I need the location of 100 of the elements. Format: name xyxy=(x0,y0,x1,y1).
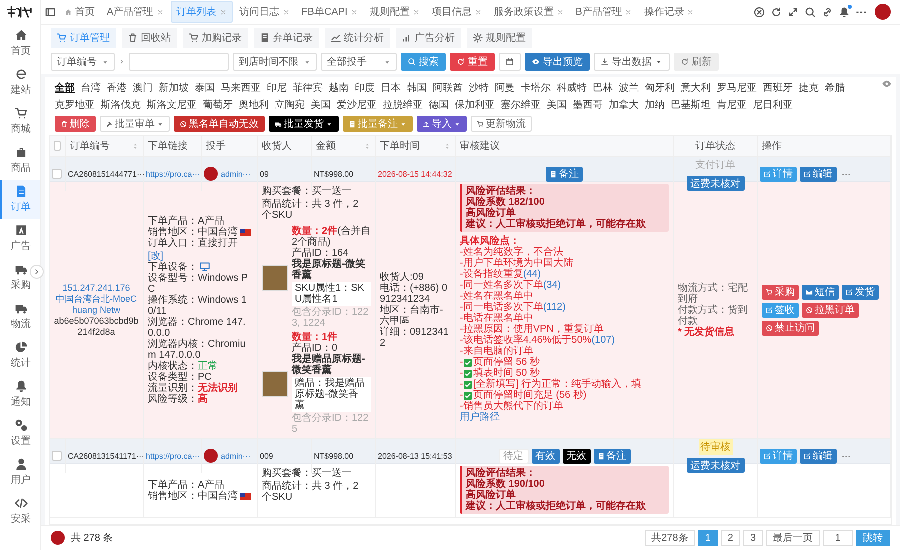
sidebar-item[interactable]: 物流 xyxy=(0,297,40,336)
country-filter[interactable]: 沙特 xyxy=(469,81,489,95)
page-button[interactable]: 3 xyxy=(743,530,763,546)
country-filter[interactable]: 新加坡 xyxy=(159,81,189,95)
section-tab[interactable]: 加购记录 xyxy=(183,28,248,48)
page-tab[interactable]: 操作记录 xyxy=(639,2,700,22)
country-filter[interactable]: 意大利 xyxy=(681,81,711,95)
country-filter[interactable]: 捷克 xyxy=(799,81,819,95)
field-select[interactable]: 订单编号 xyxy=(51,53,115,71)
section-tab[interactable]: 回收站 xyxy=(122,28,177,48)
country-filter[interactable]: 科威特 xyxy=(557,81,587,95)
last-page-button[interactable]: 最后一页 xyxy=(766,530,820,546)
country-filter[interactable]: 西班牙 xyxy=(763,81,793,95)
country-filter[interactable]: 巴基斯坦 xyxy=(671,98,711,112)
country-filter[interactable]: 斯洛伐克 xyxy=(101,98,141,112)
country-filter[interactable]: 越南 xyxy=(329,81,349,95)
country-filter[interactable]: 波兰 xyxy=(619,81,639,95)
country-filter[interactable]: 罗马尼亚 xyxy=(717,81,757,95)
country-filter[interactable]: 德国 xyxy=(429,98,449,112)
country-filter[interactable]: 印度 xyxy=(355,81,375,95)
export-button[interactable]: 导出数据 xyxy=(594,53,670,71)
country-filter[interactable]: 立陶宛 xyxy=(275,98,305,112)
country-filter[interactable]: 印尼 xyxy=(267,81,287,95)
reset-button[interactable]: 重置 xyxy=(450,53,495,71)
close-circle-button[interactable] xyxy=(752,4,767,20)
country-filter[interactable]: 巴林 xyxy=(593,81,613,95)
freight-status-button[interactable]: 运费未核对 xyxy=(686,176,744,191)
bulk-action-button[interactable]: 批量发货 xyxy=(269,116,339,132)
bulk-action-button[interactable]: 导入 xyxy=(417,116,467,132)
page-tab[interactable]: FB单CAPI xyxy=(296,2,363,22)
bulk-action-button[interactable]: 更新物流 xyxy=(471,116,532,132)
country-filter[interactable]: 肯尼亚 xyxy=(717,98,747,112)
country-filter[interactable]: 马来西亚 xyxy=(221,81,261,95)
review-button[interactable]: 无效 xyxy=(562,448,590,464)
sidebar-item[interactable]: 通知 xyxy=(0,375,40,414)
order-action-button[interactable]: 发货 xyxy=(842,284,879,300)
country-filter[interactable]: 拉脱维亚 xyxy=(383,98,423,112)
country-filter[interactable]: 克罗地亚 xyxy=(55,98,95,112)
country-filter[interactable]: 墨西哥 xyxy=(573,98,603,112)
section-tab[interactable]: 订单管理 xyxy=(51,28,116,48)
bulk-action-button[interactable]: 批量审单 xyxy=(100,116,170,132)
section-tab[interactable]: 统计分析 xyxy=(325,28,390,48)
sidebar-item[interactable]: 采购 xyxy=(0,258,40,297)
country-filter[interactable]: 泰国 xyxy=(195,81,215,95)
preview-button[interactable]: 导出预览 xyxy=(525,53,590,71)
country-filter[interactable]: 菲律宾 xyxy=(293,81,323,95)
page-tab[interactable]: 规则配置 xyxy=(364,2,425,22)
sidebar-item[interactable]: 广告 xyxy=(0,219,40,258)
sidebar-item[interactable]: 设置 xyxy=(0,414,40,453)
country-filter[interactable]: 阿联酋 xyxy=(433,81,463,95)
country-filter[interactable]: 卡塔尔 xyxy=(521,81,551,95)
country-filter[interactable]: 斯洛文尼亚 xyxy=(147,98,197,112)
order-action-button[interactable]: 短信 xyxy=(802,284,839,300)
sidebar-item[interactable]: 首页 xyxy=(0,24,40,63)
country-filter[interactable]: 希腊 xyxy=(825,81,845,95)
sidebar-item[interactable]: 建站 xyxy=(0,63,40,102)
user-path-link[interactable]: 用户路径 xyxy=(460,412,669,423)
row-action-button[interactable]: 编辑 xyxy=(800,166,837,182)
country-filter[interactable]: 韩国 xyxy=(407,81,427,95)
row-checkbox[interactable] xyxy=(52,451,62,461)
order-action-button[interactable]: 禁止访问 xyxy=(762,320,819,336)
country-filter[interactable]: 日本 xyxy=(381,81,401,95)
order-link[interactable]: https://pro.ca··· xyxy=(146,452,200,460)
section-tab[interactable]: 规则配置 xyxy=(467,28,532,48)
refresh-button[interactable]: 刷新 xyxy=(674,53,719,71)
section-tab[interactable]: 广告分析 xyxy=(396,28,461,48)
page-tab[interactable]: 访问日志 xyxy=(234,2,295,22)
row-action-button[interactable]: 编辑 xyxy=(800,448,837,464)
order-action-button[interactable]: 拉黑订单 xyxy=(802,302,859,318)
country-filter[interactable]: 加纳 xyxy=(645,98,665,112)
country-filter[interactable]: 全部 xyxy=(55,81,75,95)
country-filter[interactable]: 香港 xyxy=(107,81,127,95)
section-tab[interactable]: 弃单记录 xyxy=(254,28,319,48)
sidebar-item[interactable]: 商品 xyxy=(0,141,40,180)
page-tab[interactable]: B产品管理 xyxy=(570,2,638,22)
sidebar-item[interactable]: 用户 xyxy=(0,453,40,492)
sidebar-item[interactable]: 安采 xyxy=(0,492,40,531)
order-action-button[interactable]: 采购 xyxy=(762,284,799,300)
pitcher-select[interactable]: 全部投手 xyxy=(321,53,397,71)
select-all-checkbox[interactable] xyxy=(54,141,61,151)
review-button[interactable]: 备注 xyxy=(594,448,630,464)
country-filter[interactable]: 塞尔维亚 xyxy=(501,98,541,112)
change-link[interactable]: [改] xyxy=(148,250,164,262)
sidebar-item[interactable]: 统计 xyxy=(0,336,40,375)
page-tab[interactable]: A产品管理 xyxy=(102,2,169,22)
page-button[interactable]: 2 xyxy=(720,530,740,546)
calendar-button[interactable] xyxy=(499,53,521,71)
country-filter[interactable]: 爱沙尼亚 xyxy=(337,98,377,112)
country-filter[interactable]: 奥地利 xyxy=(239,98,269,112)
sidebar-item[interactable]: 订单 xyxy=(0,180,40,219)
bulk-action-button[interactable]: 黑名单自动无效 xyxy=(174,116,265,132)
country-filter[interactable]: 葡萄牙 xyxy=(203,98,233,112)
country-filter[interactable]: 加拿大 xyxy=(609,98,639,112)
avatar[interactable] xyxy=(875,4,891,20)
review-button[interactable]: 备注 xyxy=(546,166,583,182)
row-checkbox[interactable] xyxy=(52,169,62,179)
page-tab[interactable]: 项目信息 xyxy=(426,2,487,22)
country-filter[interactable]: 美国 xyxy=(311,98,331,112)
page-tab[interactable]: 首页 xyxy=(60,2,100,22)
freight-status-button[interactable]: 运费未核对 xyxy=(686,458,744,473)
